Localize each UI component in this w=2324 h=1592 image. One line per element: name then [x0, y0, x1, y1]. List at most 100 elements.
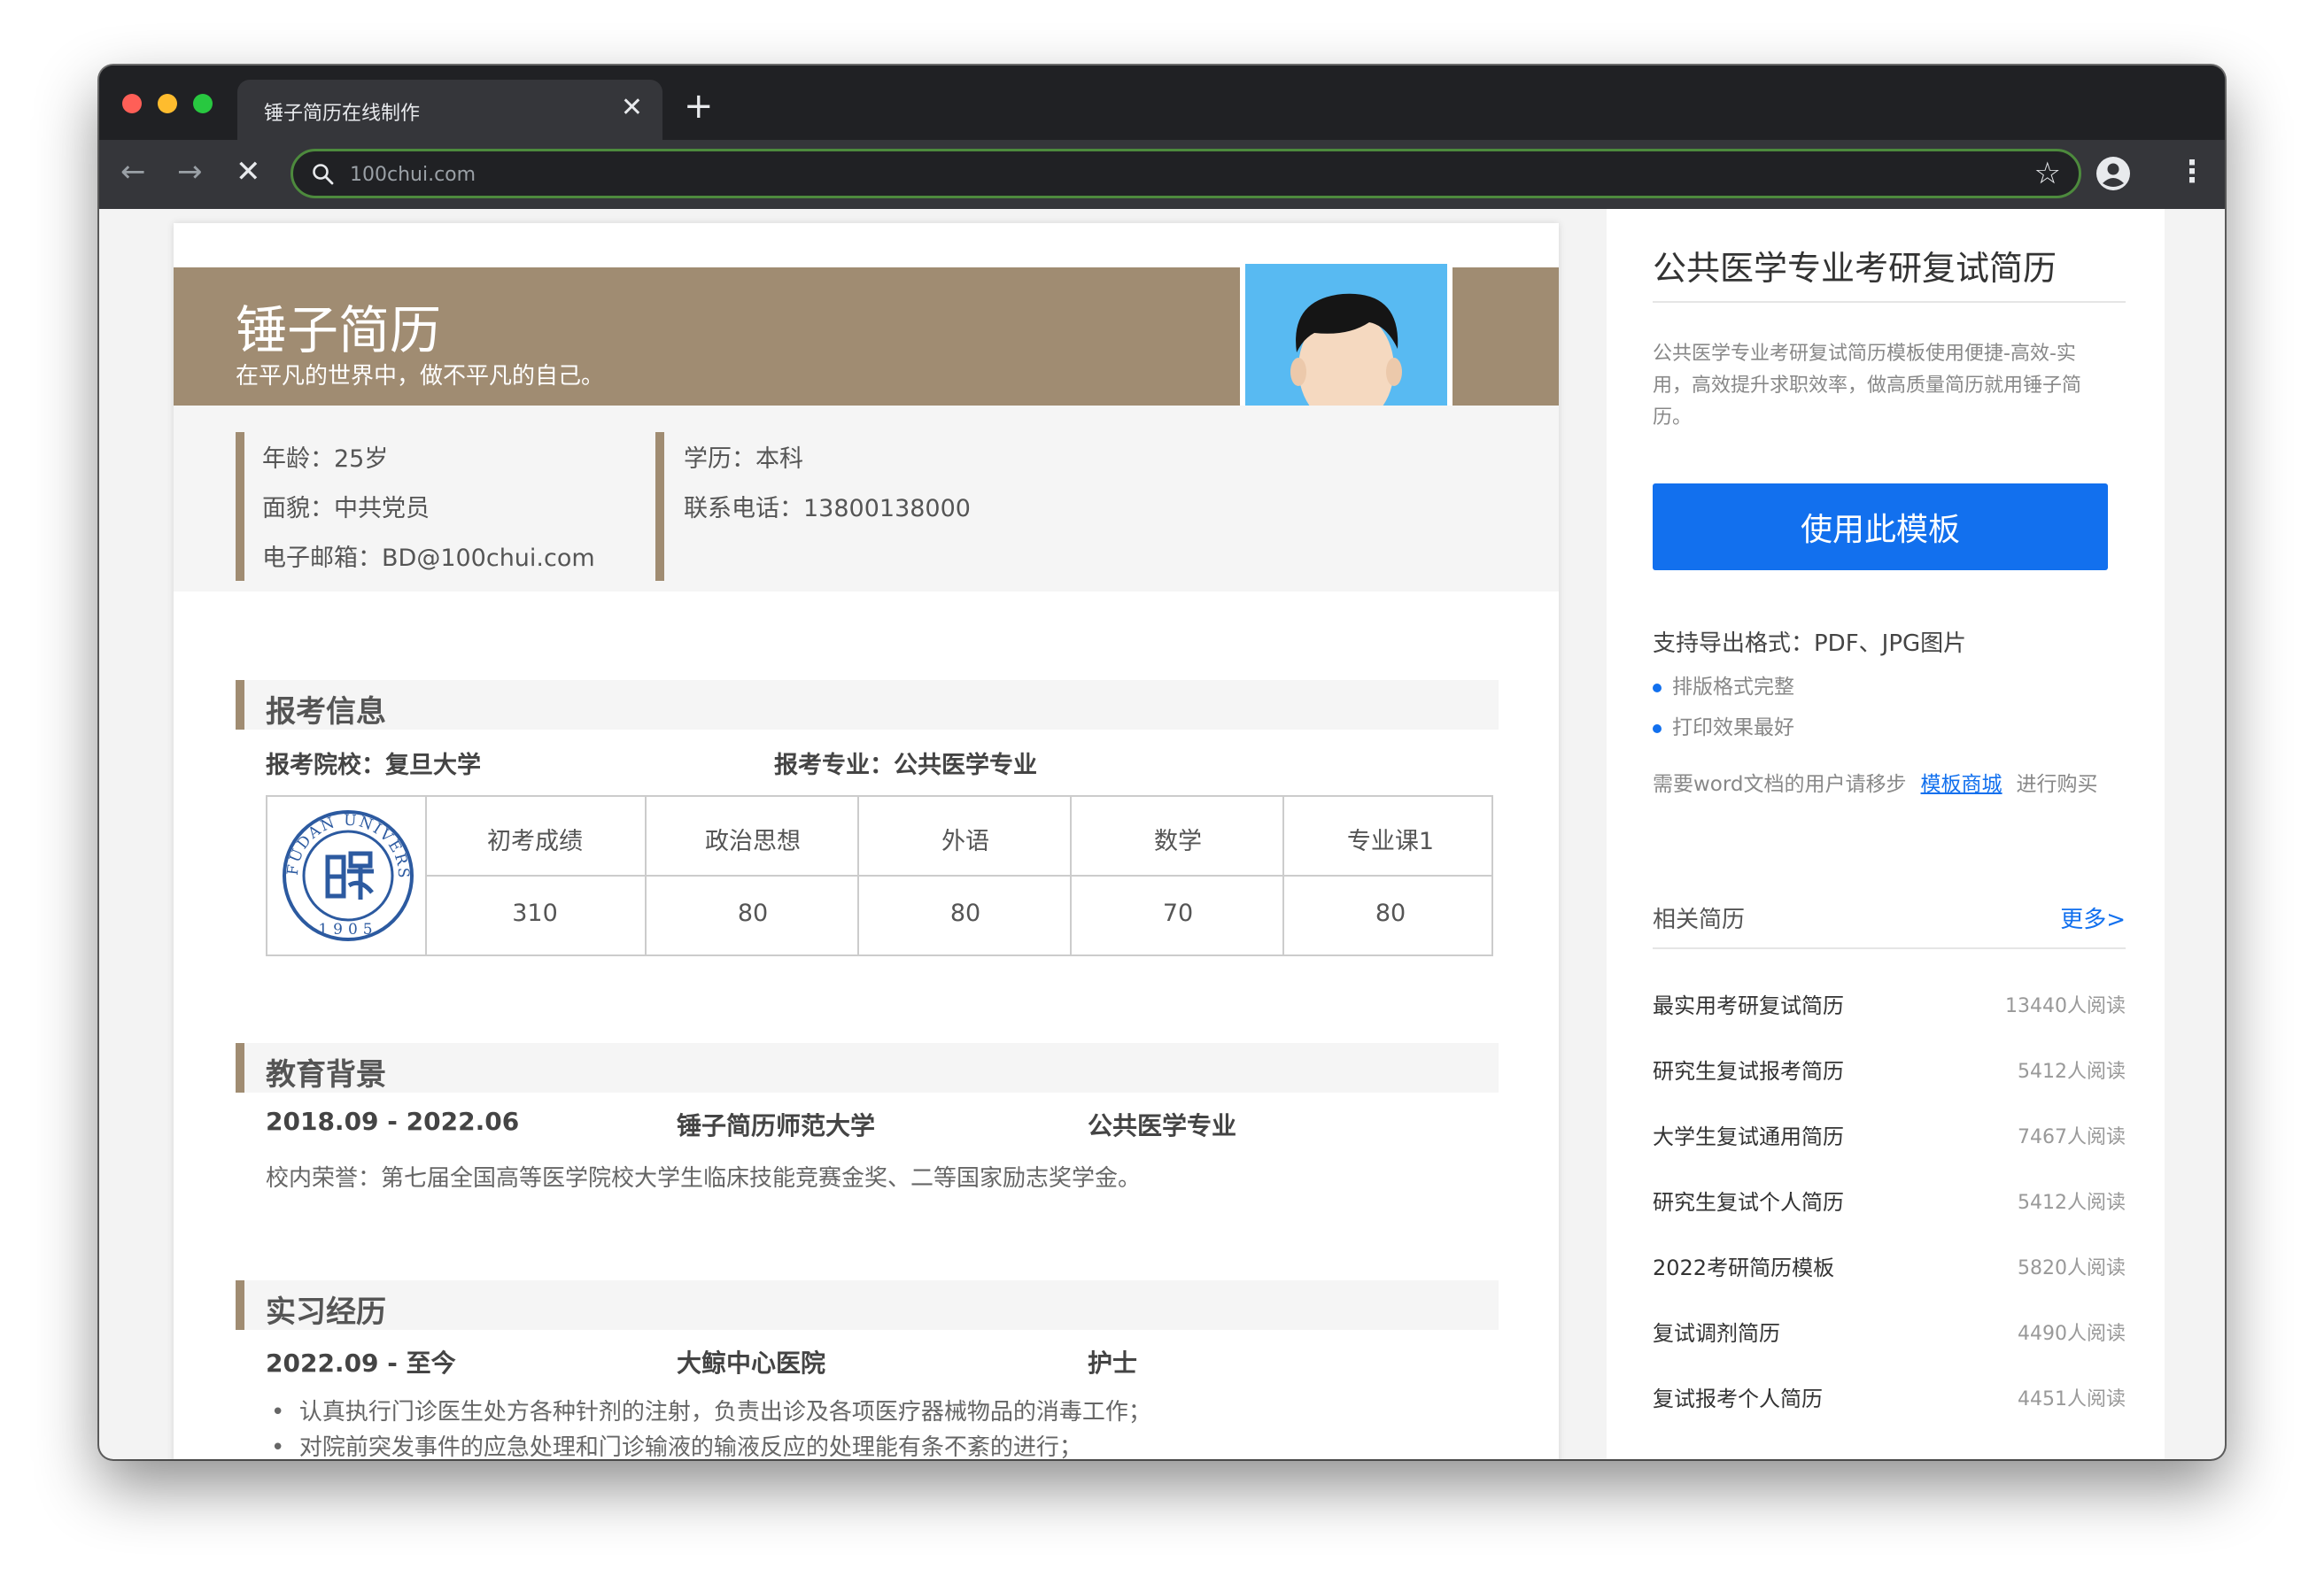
bullet-dot-icon: [1653, 723, 1662, 733]
related-item-name: 2022考研简历模板: [1653, 1256, 1835, 1280]
info-age: 年龄：25岁: [262, 445, 389, 473]
address-bar[interactable]: 100chui.com ☆: [290, 149, 2081, 198]
intern-period: 2022.09 - 至今: [266, 1349, 456, 1378]
feature-text: 排版格式完整: [1672, 676, 1794, 699]
section-header-education: 教育背景: [236, 1043, 1499, 1093]
intern-organization: 大鲸中心医院: [677, 1349, 826, 1378]
close-window-button[interactable]: [122, 94, 142, 113]
section-title: 教育背景: [266, 1057, 386, 1093]
word-notice-prefix: 需要word文档的用户请移步: [1653, 773, 1907, 796]
tab-title: 锤子简历在线制作: [264, 103, 421, 125]
score-table: FUDAN UNIVERSITY 1905 初考成绩 政治思想 外语 数学 专业…: [266, 795, 1493, 956]
table-score-cell: 80: [1375, 900, 1406, 927]
intern-duty-item: • 认真执行门诊医生处方各种针剂的注射，负责出诊及各项医疗器械物品的消毒工作；: [271, 1399, 1151, 1426]
table-header-cell: 专业课1: [1346, 828, 1435, 855]
table-header-cell: 外语: [941, 828, 989, 855]
related-item-reads: 4451人阅读: [2018, 1388, 2126, 1410]
edu-period: 2018.09 - 2022.06: [266, 1107, 520, 1136]
related-item-name: 复试报考个人简历: [1653, 1387, 1823, 1411]
info-political: 面貌：中共党员: [262, 495, 430, 522]
template-title: 公共医学专业考研复试简历: [1653, 249, 2057, 288]
info-divider: [236, 432, 244, 581]
bullet-dot-icon: [1653, 683, 1662, 692]
intern-duty-text: 认真执行门诊医生处方各种针剂的注射，负责出诊及各项医疗器械物品的消毒工作；: [298, 1399, 1151, 1426]
browser-menu-icon[interactable]: ⋮: [2177, 154, 2207, 189]
related-item-reads: 4490人阅读: [2018, 1323, 2126, 1345]
related-item-name: 研究生复试报考简历: [1653, 1059, 1844, 1084]
back-icon[interactable]: ←: [120, 154, 146, 189]
fudan-logo-icon: FUDAN UNIVERSITY 1905: [282, 808, 414, 941]
edu-school: 锤子简历师范大学: [677, 1111, 876, 1140]
url-text: 100chui.com: [350, 164, 476, 186]
browser-toolbar: ← → ✕ 100chui.com ☆ ⋮: [99, 140, 2225, 209]
title-bar: 锤子简历在线制作 ✕ +: [99, 66, 2225, 140]
table-header-cell: 数学: [1154, 828, 1202, 855]
resume-motto: 在平凡的世界中，做不平凡的自己。: [236, 363, 605, 390]
browser-window: 锤子简历在线制作 ✕ + ← → ✕ 100chui.com ☆ ⋮ 锤子简历: [99, 66, 2225, 1459]
new-tab-button[interactable]: +: [684, 89, 714, 124]
feature-item: 排版格式完整: [1653, 669, 1794, 699]
table-score-cell: 80: [737, 900, 769, 927]
related-item[interactable]: 研究生复试报考简历 5412人阅读: [1653, 1054, 2126, 1089]
section-marker: [236, 680, 244, 730]
related-item[interactable]: 研究生复试个人简历 5412人阅读: [1653, 1185, 2126, 1220]
minimize-window-button[interactable]: [158, 94, 177, 113]
table-score-cell: 70: [1162, 900, 1194, 927]
exam-major: 报考专业：公共医学专业: [774, 752, 1037, 779]
template-store-link[interactable]: 模板商城: [1921, 773, 2003, 796]
related-item-name: 大学生复试通用简历: [1653, 1124, 1844, 1149]
info-divider: [655, 432, 664, 581]
intern-duty-text: 对院前突发事件的应急处理和门诊输液的输液反应的处理能有条不紊的进行；: [298, 1434, 1082, 1459]
section-header-exam: 报考信息: [236, 680, 1499, 730]
divider: [1653, 947, 2126, 949]
tab-close-icon[interactable]: ✕: [621, 92, 643, 124]
bookmark-star-icon[interactable]: ☆: [2034, 157, 2061, 190]
related-item-reads: 5412人阅读: [2018, 1192, 2126, 1214]
table-header-cell: 政治思想: [705, 828, 801, 855]
feature-item: 打印效果最好: [1653, 710, 1794, 740]
use-template-button[interactable]: 使用此模板: [1653, 483, 2108, 570]
search-icon: [313, 164, 334, 185]
info-phone: 联系电话：13800138000: [684, 495, 971, 522]
edu-major: 公共医学专业: [1088, 1111, 1237, 1140]
section-title: 实习经历: [266, 1294, 386, 1330]
template-sidebar: 公共医学专业考研复试简历 公共医学专业考研复试简历模板使用便捷-高效-实用，高效…: [1607, 209, 2165, 1459]
edu-honor: 校内荣誉：第七届全国高等医学院校大学生临床技能竞赛金奖、二等国家励志奖学金。: [266, 1165, 1142, 1192]
related-item[interactable]: 大学生复试通用简历 7467人阅读: [1653, 1119, 2126, 1155]
stop-loading-icon[interactable]: ✕: [236, 154, 261, 189]
page-viewport: 锤子简历 在平凡的世界中，做不平凡的自己。 年龄：25岁 面貌：中共党员 电子邮…: [99, 209, 2225, 1459]
section-marker: [236, 1280, 244, 1330]
logo-year: 1905: [318, 921, 377, 939]
section-marker: [236, 1043, 244, 1093]
profile-icon[interactable]: [2095, 156, 2131, 191]
template-description: 公共医学专业考研复试简历模板使用便捷-高效-实用，高效提升求职效率，做高质量简历…: [1653, 343, 2082, 429]
browser-tab[interactable]: 锤子简历在线制作 ✕: [237, 80, 662, 140]
related-resumes-title: 相关简历: [1653, 907, 1746, 933]
table-score-cell: 310: [512, 900, 558, 927]
related-item[interactable]: 复试调剂简历 4490人阅读: [1653, 1316, 2126, 1351]
section-title: 报考信息: [266, 694, 386, 730]
related-item-name: 最实用考研复试简历: [1653, 993, 1844, 1018]
maximize-window-button[interactable]: [193, 94, 213, 113]
related-item-name: 复试调剂简历: [1653, 1321, 1780, 1346]
divider: [1653, 301, 2126, 303]
related-item[interactable]: 2022考研简历模板 5820人阅读: [1653, 1250, 2126, 1286]
export-formats: 支持导出格式：PDF、JPG图片: [1653, 630, 1967, 657]
related-item[interactable]: 最实用考研复试简历 13440人阅读: [1653, 988, 2126, 1024]
related-item-reads: 5820人阅读: [2018, 1257, 2126, 1279]
info-email: 电子邮箱：BD@100chui.com: [262, 545, 595, 572]
intern-role: 护士: [1088, 1349, 1138, 1378]
intern-duty-item: • 对院前突发事件的应急处理和门诊输液的输液反应的处理能有条不紊的进行；: [271, 1434, 1082, 1459]
related-item-name: 研究生复试个人简历: [1653, 1190, 1844, 1215]
table-divider: [427, 875, 1493, 877]
info-education: 学历：本科: [684, 445, 803, 473]
word-notice: 需要word文档的用户请移步 模板商城 进行购买: [1653, 767, 2098, 797]
related-item-reads: 13440人阅读: [2005, 995, 2126, 1017]
resume-preview: 锤子简历 在平凡的世界中，做不平凡的自己。 年龄：25岁 面貌：中共党员 电子邮…: [174, 223, 1559, 1459]
more-link[interactable]: 更多>: [2060, 901, 2126, 934]
resume-name: 锤子简历: [236, 300, 442, 360]
related-item[interactable]: 复试报考个人简历 4451人阅读: [1653, 1381, 2126, 1417]
feature-text: 打印效果最好: [1672, 716, 1794, 739]
forward-icon[interactable]: →: [177, 154, 203, 189]
table-score-cell: 80: [949, 900, 981, 927]
